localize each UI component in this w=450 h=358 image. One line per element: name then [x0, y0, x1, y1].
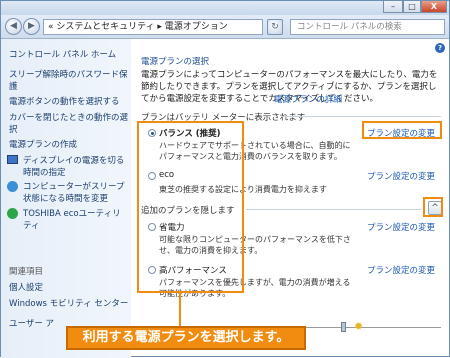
back-button[interactable]: ◀: [5, 18, 22, 35]
section-divider-2: [246, 209, 421, 210]
callout-connector: [179, 293, 181, 327]
related-personalize-link[interactable]: 個人設定: [9, 282, 129, 294]
sleep-icon: [7, 181, 18, 192]
sidebar-item-display-off[interactable]: ディスプレイの電源を切る時間の指定: [23, 155, 129, 179]
maximize-button[interactable]: □: [403, 1, 421, 13]
brightness-slider[interactable]: [301, 327, 441, 333]
search-input[interactable]: コントロール パネルの検索: [290, 19, 445, 35]
close-button[interactable]: X: [421, 1, 447, 13]
plan-details-link[interactable]: 電源プランの詳細: [274, 93, 342, 105]
sidebar: コントロール パネル ホーム スリープ解除時のパスワード保護 電源ボタンの動作を…: [1, 39, 131, 358]
change-eco-link[interactable]: プラン設定の変更: [367, 170, 435, 182]
title-bar: – □ X: [1, 1, 449, 15]
page-title: 電源プランの選択: [141, 57, 210, 67]
sidebar-item-wake-password[interactable]: スリープ解除時のパスワード保護: [9, 69, 129, 93]
eco-leaf-icon: [7, 208, 18, 219]
forward-button[interactable]: ▶: [23, 18, 40, 35]
address-bar: ◀ ▶ « システムとセキュリティ ▸ 電源オプション ↻ コントロール パネル…: [1, 15, 449, 39]
change-setting-highlight: [362, 121, 442, 139]
refresh-icon[interactable]: ↻: [267, 19, 283, 35]
sidebar-item-lid-close[interactable]: カバーを閉じたときの動作の選択: [9, 112, 129, 136]
change-power-saver-link[interactable]: プラン設定の変更: [367, 221, 435, 233]
help-icon[interactable]: ?: [435, 43, 445, 53]
brightness-sun-icon: ✹: [354, 320, 364, 333]
related-mobility-center-link[interactable]: Windows モビリティ センター: [9, 298, 129, 310]
plan-selection-highlight: [137, 121, 244, 293]
sidebar-home-link[interactable]: コントロール パネル ホーム: [9, 49, 129, 61]
slider-thumb[interactable]: [341, 322, 346, 332]
instruction-callout: 利用する電源プランを選択します。: [66, 326, 306, 350]
change-high-performance-link[interactable]: プラン設定の変更: [367, 264, 435, 276]
sidebar-item-create-plan[interactable]: 電源プランの作成: [9, 139, 129, 151]
sidebar-item-power-button[interactable]: 電源ボタンの動作を選択する: [9, 96, 129, 108]
address-path[interactable]: « システムとセキュリティ ▸ 電源オプション: [43, 19, 263, 35]
sidebar-item-eco-utility[interactable]: TOSHIBA ecoユーティリティ: [23, 208, 129, 232]
minimize-button[interactable]: –: [383, 1, 403, 13]
display-icon: [7, 155, 18, 164]
section-divider: [281, 116, 441, 117]
sidebar-item-sleep-time[interactable]: コンピューターがスリープ状態になる時間を変更: [23, 181, 129, 205]
related-heading: 関連項目: [9, 267, 44, 277]
collapse-highlight: [423, 197, 443, 217]
